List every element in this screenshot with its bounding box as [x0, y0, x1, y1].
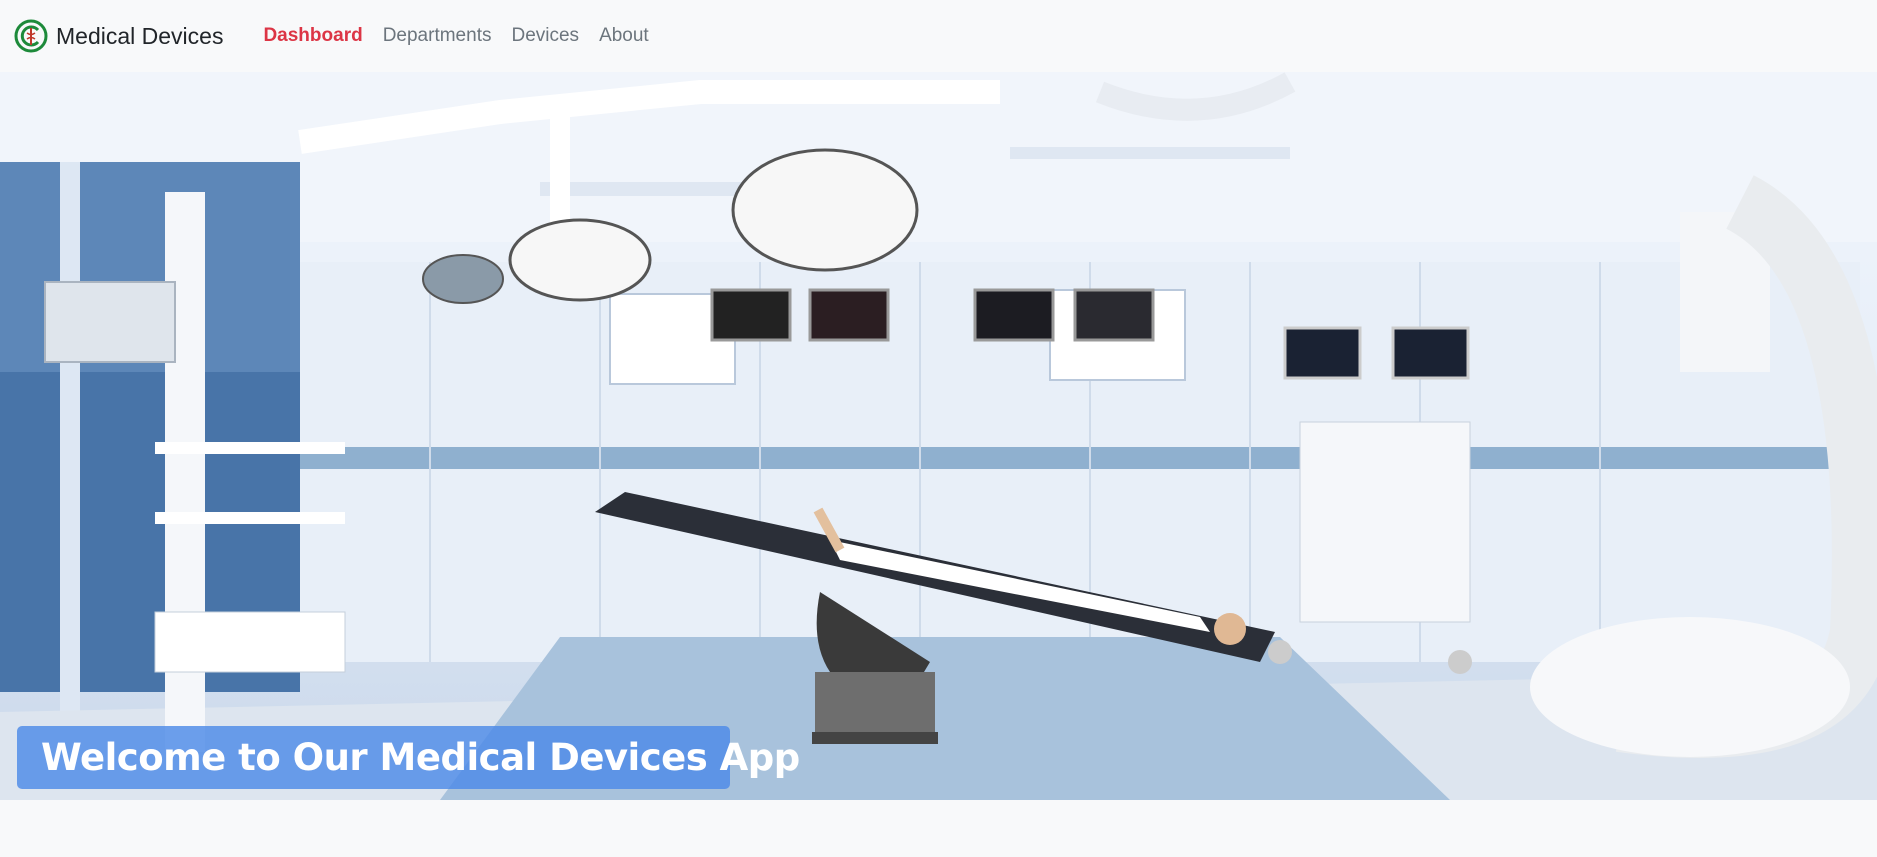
nav-about[interactable]: About — [589, 25, 659, 47]
brand-link[interactable]: Medical Devices — [14, 19, 223, 53]
nav-links: Dashboard Departments Devices About — [253, 25, 658, 47]
hero-banner: Welcome to Our Medical Devices App — [0, 72, 1877, 800]
caduceus-logo-icon — [14, 19, 48, 53]
operating-room-illustration — [0, 72, 1877, 800]
welcome-headline: Welcome to Our Medical Devices App — [41, 736, 800, 779]
nav-departments[interactable]: Departments — [373, 25, 502, 47]
nav-dashboard[interactable]: Dashboard — [253, 25, 372, 47]
brand-name: Medical Devices — [56, 22, 224, 49]
welcome-banner: Welcome to Our Medical Devices App — [17, 726, 800, 789]
top-navbar: Medical Devices Dashboard Departments De… — [0, 0, 1877, 72]
nav-devices[interactable]: Devices — [501, 25, 589, 47]
